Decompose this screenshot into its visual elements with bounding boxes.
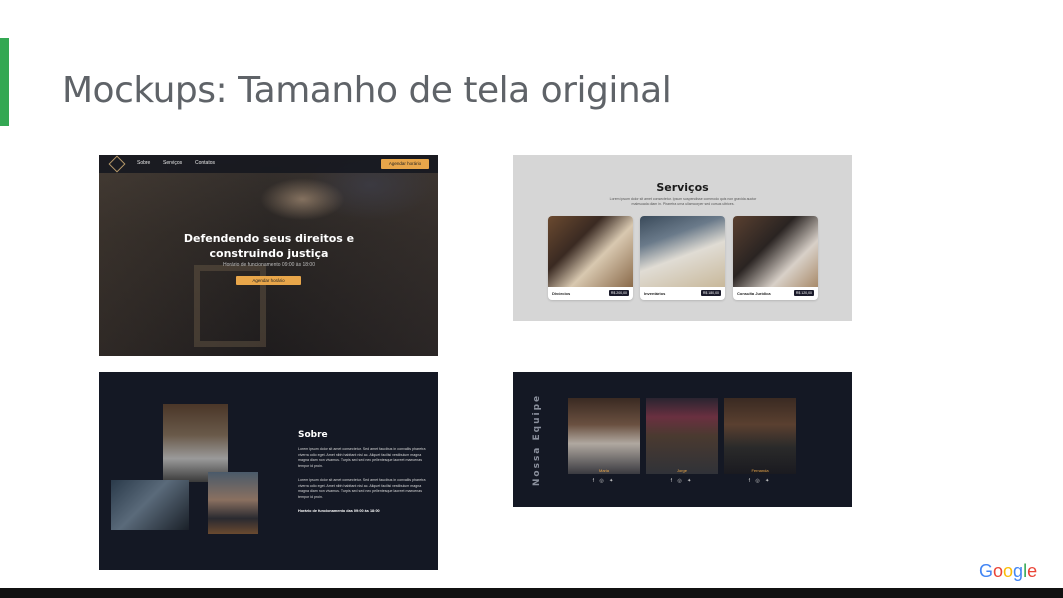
about-mockup: Sobre Lorem ipsum dolor sit amet consect… (99, 372, 438, 570)
team-member-photo (724, 398, 796, 474)
team-heading: Nossa Equipe (532, 393, 542, 487)
about-photo-woman (163, 404, 228, 482)
accent-bar (0, 38, 9, 126)
service-card-price: R$ 120,00 (793, 290, 814, 296)
service-card[interactable]: Divórcios R$ 200,00 (548, 216, 633, 300)
team-member-name: Maria (598, 468, 609, 473)
service-card-photo (548, 216, 633, 287)
slide-title: Mockups: Tamanho de tela original (62, 70, 672, 111)
services-title: Serviços (656, 181, 709, 194)
hero-headline-line1: Defendendo seus direitos e (183, 232, 355, 245)
about-paragraph: Lorem ipsum dolor sit amet consectetur. … (298, 478, 426, 499)
service-card[interactable]: Consulta Jurídica R$ 120,00 (733, 216, 818, 300)
services-mockup: Serviços Lorem ipsum dolor sit amet cons… (513, 155, 852, 321)
firm-logo-icon (108, 155, 126, 173)
about-title: Sobre (298, 430, 328, 440)
nav-link-contatos[interactable]: Contatos (195, 160, 215, 166)
service-card-label: Inventários (644, 291, 666, 296)
service-card-price: R$ 200,00 (608, 290, 629, 296)
team-member-name: Jorge (676, 468, 687, 473)
service-card[interactable]: Inventários R$ 180,00 (640, 216, 725, 300)
nav-schedule-button[interactable]: Agendar horário (381, 159, 429, 169)
service-card-price: R$ 180,00 (700, 290, 721, 296)
team-mockup: Nossa Equipe Maria f ◎ ✦ Jorge f ◎ ✦ Fer… (513, 372, 852, 507)
hero-headline-line2: construindo justiça (209, 247, 329, 260)
google-logo-text: Google (979, 561, 1038, 581)
nav-link-servicos[interactable]: Serviços (163, 160, 182, 166)
team-member-photo (568, 398, 640, 474)
team-member-socials[interactable]: f ◎ ✦ (724, 478, 796, 484)
about-photo-laptop (111, 480, 189, 530)
hero-mockup: Sobre Serviços Contatos Agendar horário … (99, 155, 438, 356)
service-card-label: Divórcios (552, 291, 571, 296)
hero-subtext: Horário de funcionamento 09:00 às 18:00 (222, 262, 315, 268)
about-paragraph: Lorem ipsum dolor sit amet consectetur. … (298, 447, 426, 468)
service-card-photo (733, 216, 818, 287)
hero-headline: Defendendo seus direitos e construindo j… (179, 231, 359, 261)
hero-cta-button[interactable]: Agendar horário (236, 276, 301, 285)
nav-link-sobre[interactable]: Sobre (137, 160, 150, 166)
team-member-photo (646, 398, 718, 474)
team-member-name: Fernanda (751, 468, 769, 473)
about-photo-man (208, 472, 258, 534)
hero-navbar: Sobre Serviços Contatos Agendar horário (99, 155, 438, 173)
service-card-label: Consulta Jurídica (737, 291, 771, 296)
team-member-socials[interactable]: f ◎ ✦ (646, 478, 718, 484)
about-hours: Horário de funcionamento das 09:00 às 18… (298, 509, 380, 513)
google-logo: Google (979, 561, 1037, 582)
team-member-socials[interactable]: f ◎ ✦ (568, 478, 640, 484)
bottom-bar (0, 588, 1063, 598)
services-description: Lorem ipsum dolor sit amet consectetur. … (609, 197, 757, 206)
service-card-photo (640, 216, 725, 287)
